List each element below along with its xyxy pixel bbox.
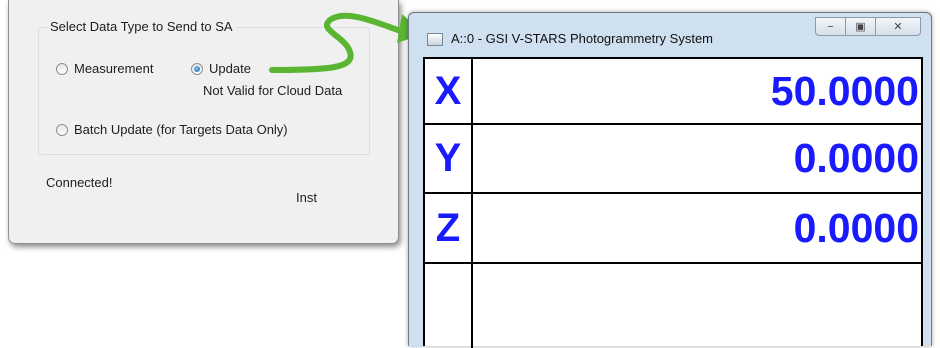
readout-row-empty: [425, 264, 921, 348]
readout-row-z: Z 0.0000: [425, 194, 921, 264]
axis-value-x: 50.0000: [770, 67, 919, 114]
measurement-radio[interactable]: Measurement: [56, 61, 153, 76]
batch-update-radio[interactable]: Batch Update (for Targets Data Only): [56, 122, 288, 137]
title-bar[interactable]: A::0 - GSI V-STARS Photogrammetry System…: [409, 13, 931, 53]
minimize-button[interactable]: −: [815, 17, 846, 36]
axis-value-y: 0.0000: [793, 135, 919, 181]
caption-buttons: − ▣ ✕: [815, 17, 921, 36]
app-icon: [427, 33, 443, 46]
axis-label-z: Z: [425, 194, 473, 262]
radio-unchecked-icon: [56, 123, 68, 136]
minimize-icon: −: [827, 20, 834, 33]
data-type-group: Select Data Type to Send to SA Measureme…: [38, 19, 370, 155]
axis-value-z: 0.0000: [793, 204, 919, 251]
axis-value-empty: [475, 264, 921, 348]
radio-unchecked-icon: [56, 62, 68, 75]
cloud-data-note: Not Valid for Cloud Data: [203, 83, 343, 98]
vstars-window: A::0 - GSI V-STARS Photogrammetry System…: [408, 12, 932, 348]
window-title: A::0 - GSI V-STARS Photogrammetry System: [451, 31, 713, 46]
readout-row-x: X 50.0000: [425, 59, 921, 125]
send-to-sa-dialog: Select Data Type to Send to SA Measureme…: [8, 0, 399, 244]
axis-label-empty: [425, 264, 473, 348]
connection-status: Connected!: [46, 175, 113, 190]
axis-label-x: X: [425, 59, 473, 123]
update-radio[interactable]: Update: [191, 61, 251, 76]
group-title: Select Data Type to Send to SA: [47, 19, 236, 34]
measurement-label: Measurement: [74, 61, 154, 76]
close-button[interactable]: ✕: [876, 17, 921, 36]
close-icon: ✕: [893, 21, 903, 33]
coordinate-readout: X 50.0000 Y 0.0000 Z 0.0000: [423, 57, 923, 348]
maximize-button[interactable]: ▣: [846, 17, 876, 36]
axis-label-y: Y: [425, 125, 473, 192]
update-label: Update: [209, 61, 251, 76]
radio-checked-icon: [191, 62, 203, 75]
readout-row-y: Y 0.0000: [425, 125, 921, 194]
inst-label: Inst: [296, 190, 317, 205]
batch-update-label: Batch Update (for Targets Data Only): [74, 122, 288, 137]
restore-icon: ▣: [855, 21, 866, 33]
